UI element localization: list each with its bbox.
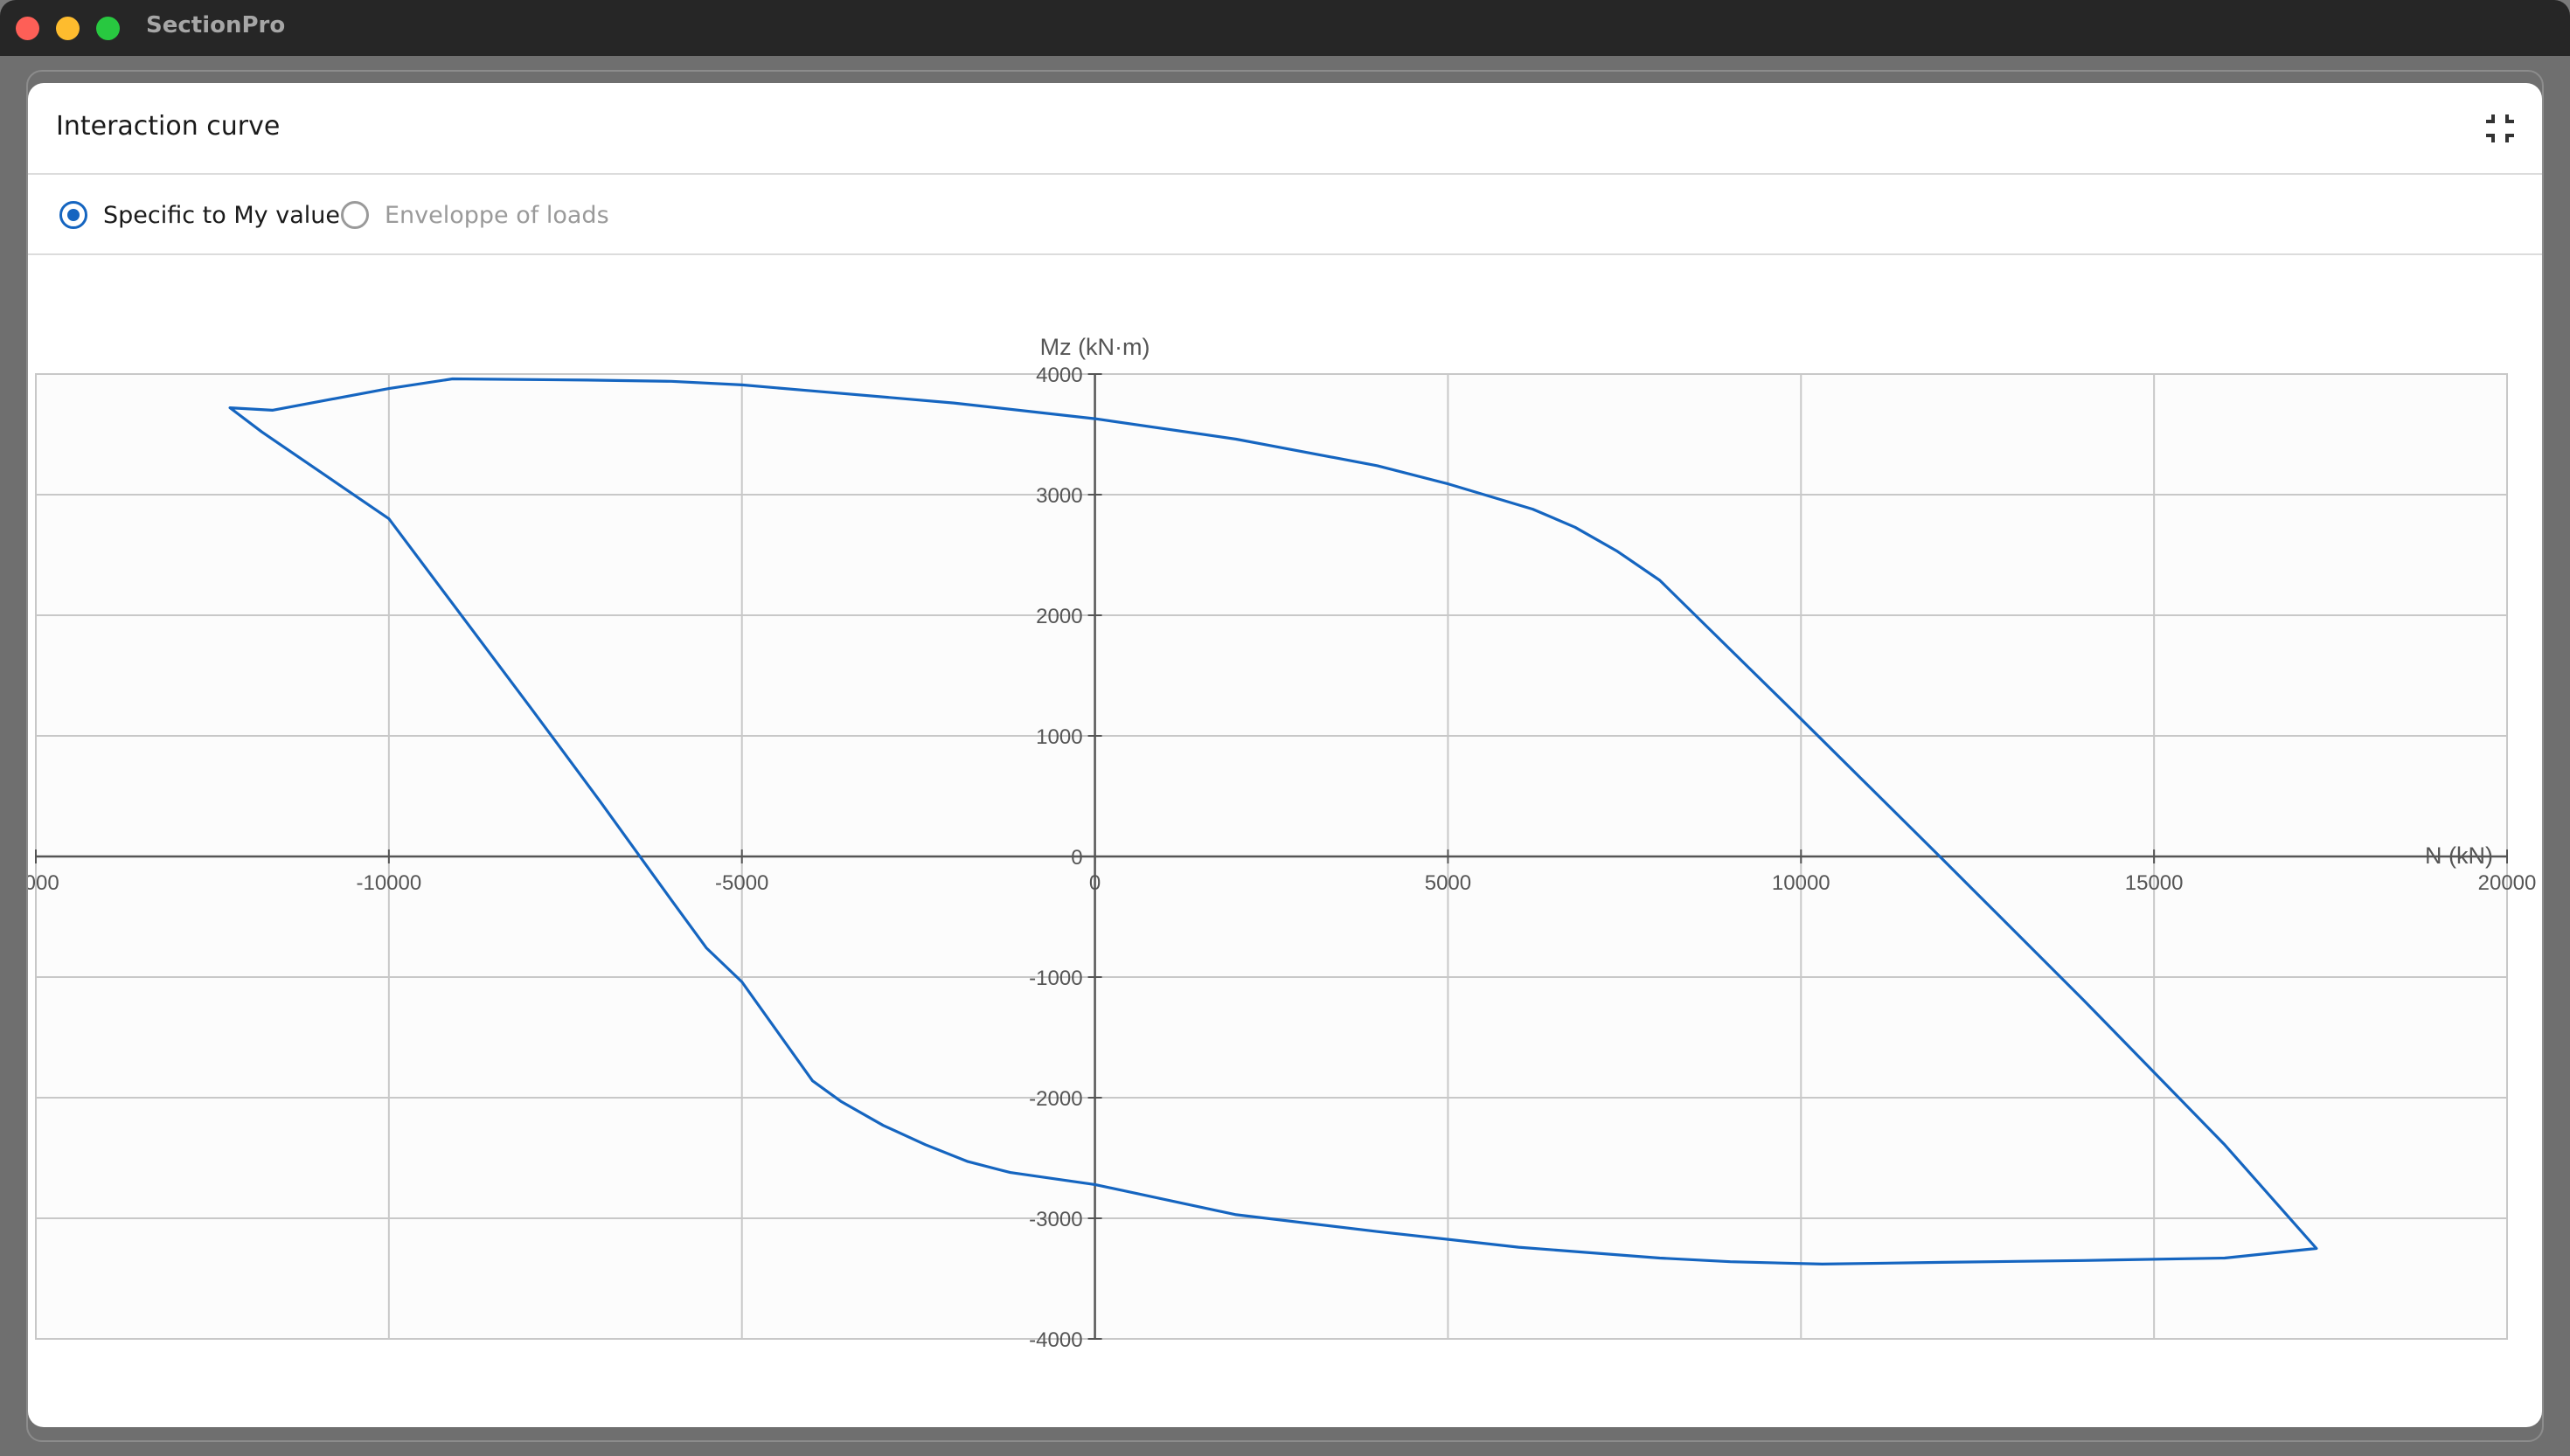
close-window-button[interactable]	[16, 17, 39, 40]
radio-enveloppe-of-loads[interactable]: Enveloppe of loads	[341, 198, 609, 232]
y-tick-label: 3000	[1036, 484, 1082, 508]
x-axis-title: N (kN)	[2425, 842, 2493, 869]
y-tick-label: 1000	[1036, 725, 1082, 749]
x-tick-label: 10000	[1772, 871, 1830, 895]
y-tick-label: -2000	[1029, 1087, 1082, 1111]
x-tick-label: 0	[1089, 871, 1101, 895]
y-tick-label: 2000	[1036, 605, 1082, 628]
radio-selected-icon	[59, 201, 87, 229]
y-axis-title: Mz (kN·m)	[1040, 334, 1150, 360]
y-tick-label: 0	[1071, 846, 1082, 870]
y-tick-label: 4000	[1036, 364, 1082, 387]
app-title: SectionPro	[146, 12, 286, 38]
radio-label: Enveloppe of loads	[385, 201, 609, 229]
interaction-curve-dialog: Interaction curve Specific to My value E…	[28, 83, 2542, 1427]
y-tick-label: -1000	[1029, 967, 1082, 990]
x-tick-label: 20000	[2478, 871, 2537, 895]
interaction-chart: 5000-10000-50000500010000150002000040003…	[28, 334, 2537, 1352]
title-bar: SectionPro	[0, 0, 2570, 56]
y-tick-label: -3000	[1029, 1208, 1082, 1231]
maximize-window-button[interactable]	[96, 17, 120, 40]
collapse-button[interactable]	[2483, 111, 2518, 146]
x-tick-label: -10000	[356, 871, 421, 895]
x-tick-label: 5000	[1425, 871, 1471, 895]
x-tick-label: 15000	[2125, 871, 2184, 895]
dialog-title: Interaction curve	[56, 111, 281, 142]
interaction-chart-area: 5000-10000-50000500010000150002000040003…	[28, 255, 2542, 1427]
x-tick-label: 5000	[28, 871, 59, 895]
radio-label: Specific to My value	[103, 201, 340, 229]
dialog-header: Interaction curve	[28, 83, 2542, 175]
y-tick-label: -4000	[1029, 1328, 1082, 1352]
curve-mode-options: Specific to My value Enveloppe of loads	[28, 175, 2542, 255]
x-tick-label: -5000	[715, 871, 768, 895]
radio-unselected-icon	[341, 201, 369, 229]
minimize-window-button[interactable]	[56, 17, 80, 40]
collapse-icon	[2486, 114, 2514, 142]
radio-specific-my-value[interactable]: Specific to My value	[59, 198, 340, 232]
